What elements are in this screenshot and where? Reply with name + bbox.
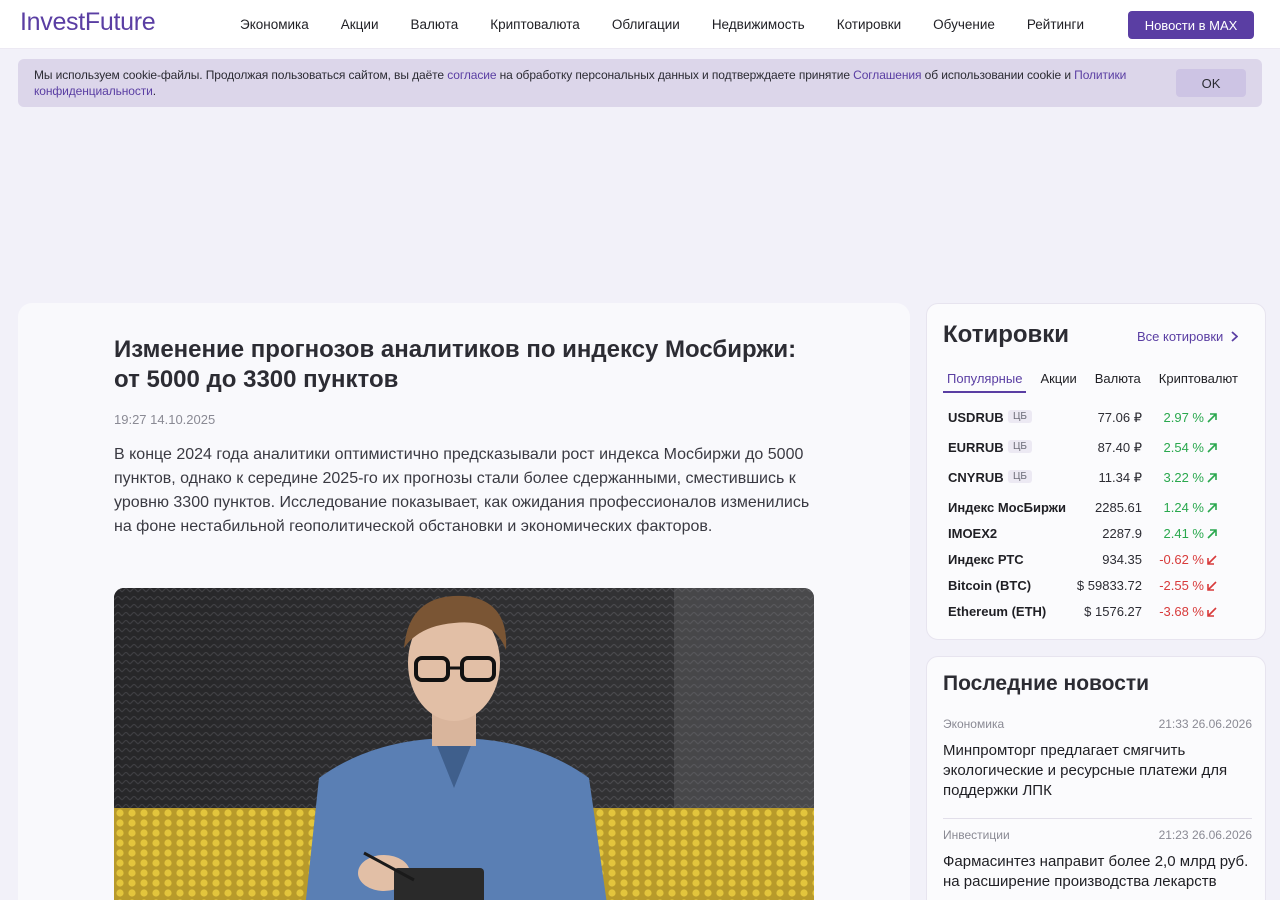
article-photo bbox=[114, 588, 814, 900]
quote-name: USDRUB bbox=[948, 410, 1004, 425]
main-nav: Экономика Акции Валюта Криптовалюта Обли… bbox=[224, 0, 1100, 49]
quote-change: -2.55 % bbox=[1159, 578, 1204, 593]
news-headline[interactable]: Фармасинтез направит более 2,0 млрд руб.… bbox=[943, 852, 1252, 892]
news-category: Экономика bbox=[943, 717, 1005, 731]
arrow-up-right-icon bbox=[1207, 413, 1217, 423]
quote-name: Индекс МосБиржи bbox=[948, 500, 1066, 515]
arrow-up-right-icon bbox=[1207, 503, 1217, 513]
quote-row[interactable]: CNYRUB ЦБ 11.34 ₽ 3.22 % bbox=[948, 464, 1248, 494]
cb-badge: ЦБ bbox=[1008, 440, 1032, 453]
tab-crypto[interactable]: Криптовалют bbox=[1155, 371, 1242, 393]
quote-row[interactable]: Bitcoin (BTC) $ 59833.72 -2.55 % bbox=[948, 572, 1248, 598]
nav-item-education[interactable]: Обучение bbox=[933, 17, 995, 32]
cookie-banner: Мы используем cookie-файлы. Продолжая по… bbox=[18, 59, 1262, 107]
quote-row[interactable]: Индекс РТС 934.35 -0.62 % bbox=[948, 546, 1248, 572]
article-title: Изменение прогнозов аналитиков по индекс… bbox=[114, 336, 797, 393]
quote-price: 87.40 ₽ bbox=[1097, 440, 1142, 455]
news-time: 21:33 26.06.2026 bbox=[1158, 717, 1252, 731]
nav-item-economy[interactable]: Экономика bbox=[240, 17, 309, 32]
nav-item-bonds[interactable]: Облигации bbox=[612, 17, 680, 32]
article-card: Изменение прогнозов аналитиков по индекс… bbox=[18, 303, 910, 900]
quote-price: $ 59833.72 bbox=[1076, 578, 1142, 593]
quote-change: 2.97 % bbox=[1163, 410, 1204, 425]
quote-change: 1.24 % bbox=[1163, 500, 1204, 515]
quote-name: Bitcoin (BTC) bbox=[948, 578, 1032, 593]
quotes-title: Котировки bbox=[943, 321, 1070, 348]
cookie-text-part: об использовании cookie и bbox=[921, 68, 1075, 82]
quote-price: 2285.61 bbox=[1095, 500, 1142, 515]
nav-item-stocks[interactable]: Акции bbox=[341, 17, 379, 32]
nav-item-crypto[interactable]: Криптовалюта bbox=[490, 17, 580, 32]
news-divider bbox=[943, 818, 1252, 819]
arrow-down-left-icon bbox=[1207, 581, 1217, 591]
article-photo-illustration bbox=[114, 588, 814, 900]
quotes-widget: Котировки Все котировки Популярные Акции… bbox=[926, 303, 1266, 640]
quote-name: Ethereum (ETH) bbox=[948, 604, 1047, 619]
quote-price: 11.34 ₽ bbox=[1098, 470, 1142, 485]
agreement-link[interactable]: Соглашения bbox=[853, 68, 921, 82]
quote-price: 934.35 bbox=[1102, 552, 1142, 567]
quote-change: 2.41 % bbox=[1163, 526, 1204, 541]
tab-popular[interactable]: Популярные bbox=[943, 371, 1027, 393]
nav-item-ratings[interactable]: Рейтинги bbox=[1027, 17, 1084, 32]
all-quotes-link[interactable]: Все котировки bbox=[1137, 329, 1239, 344]
cookie-ok-button[interactable]: OK bbox=[1176, 69, 1246, 97]
tab-currency[interactable]: Валюта bbox=[1091, 371, 1145, 393]
nav-item-currency[interactable]: Валюта bbox=[411, 17, 459, 32]
quote-change: -3.68 % bbox=[1159, 604, 1204, 619]
chevron-right-icon bbox=[1231, 331, 1239, 342]
news-meta: Инвестиции 21:23 26.06.2026 bbox=[943, 828, 1252, 844]
site-logo[interactable]: InvestFuture bbox=[20, 8, 156, 37]
all-quotes-label: Все котировки bbox=[1137, 329, 1224, 344]
consent-link[interactable]: согласие bbox=[447, 68, 496, 82]
nav-item-realty[interactable]: Недвижимость bbox=[712, 17, 805, 32]
arrow-up-right-icon bbox=[1207, 529, 1217, 539]
quote-price: 2287.9 bbox=[1102, 526, 1142, 541]
quote-name: CNYRUB bbox=[948, 470, 1004, 485]
quote-row[interactable]: IMOEX2 2287.9 2.41 % bbox=[948, 520, 1248, 546]
arrow-up-right-icon bbox=[1207, 473, 1217, 483]
quote-row[interactable]: Ethereum (ETH) $ 1576.27 -3.68 % bbox=[948, 598, 1248, 624]
nav-item-quotes[interactable]: Котировки bbox=[837, 17, 901, 32]
quote-price: $ 1576.27 bbox=[1084, 604, 1142, 619]
news-max-button[interactable]: Новости в MAX bbox=[1128, 11, 1254, 39]
news-headline[interactable]: Минпромторг предлагает смягчить экологич… bbox=[943, 741, 1252, 801]
arrow-up-right-icon bbox=[1207, 443, 1217, 453]
cookie-text: Мы используем cookie-файлы. Продолжая по… bbox=[34, 67, 1154, 99]
quote-row[interactable]: USDRUB ЦБ 77.06 ₽ 2.97 % bbox=[948, 404, 1248, 434]
latest-news-widget: Последние новости Экономика 21:33 26.06.… bbox=[926, 656, 1266, 900]
quote-name: Индекс РТС bbox=[948, 552, 1024, 567]
quote-name: IMOEX2 bbox=[948, 526, 998, 541]
quote-change: 3.22 % bbox=[1163, 470, 1204, 485]
news-time: 21:23 26.06.2026 bbox=[1158, 828, 1252, 842]
article-lead: В конце 2024 года аналитики оптимистично… bbox=[114, 446, 810, 535]
arrow-down-left-icon bbox=[1207, 555, 1217, 565]
cookie-text-part: . bbox=[152, 84, 157, 98]
news-item[interactable]: Экономика 21:33 26.06.2026 Минпромторг п… bbox=[943, 717, 1252, 801]
quotes-list: USDRUB ЦБ 77.06 ₽ 2.97 % EURRUB ЦБ 87.40 ₽ 2.54… bbox=[948, 404, 1248, 624]
quote-price: 77.06 ₽ bbox=[1097, 410, 1142, 425]
arrow-down-left-icon bbox=[1207, 607, 1217, 617]
cb-badge: ЦБ bbox=[1008, 410, 1032, 423]
news-item[interactable]: Инвестиции 21:23 26.06.2026 Фармасинтез … bbox=[943, 828, 1252, 892]
quote-name: EURRUB bbox=[948, 440, 1004, 455]
news-meta: Экономика 21:33 26.06.2026 bbox=[943, 717, 1252, 733]
quote-row[interactable]: Индекс МосБиржи 2285.61 1.24 % bbox=[948, 494, 1248, 520]
quote-change: -0.62 % bbox=[1159, 552, 1204, 567]
cookie-text-part: Мы используем cookie-файлы. Продолжая по… bbox=[34, 68, 448, 82]
quote-row[interactable]: EURRUB ЦБ 87.40 ₽ 2.54 % bbox=[948, 434, 1248, 464]
quotes-tabs: Популярные Акции Валюта Криптовалют bbox=[943, 371, 1252, 393]
tab-stocks[interactable]: Акции bbox=[1036, 371, 1080, 393]
cb-badge: ЦБ bbox=[1008, 470, 1032, 483]
quote-change: 2.54 % bbox=[1163, 440, 1204, 455]
latest-news-title: Последние новости bbox=[943, 672, 1150, 695]
site-header: InvestFuture Экономика Акции Валюта Крип… bbox=[0, 0, 1280, 49]
news-category: Инвестиции bbox=[943, 828, 1010, 842]
cookie-text-part: на обработку персональных данных и подтв… bbox=[496, 68, 854, 82]
article-datetime: 19:27 14.10.2025 bbox=[114, 412, 216, 427]
